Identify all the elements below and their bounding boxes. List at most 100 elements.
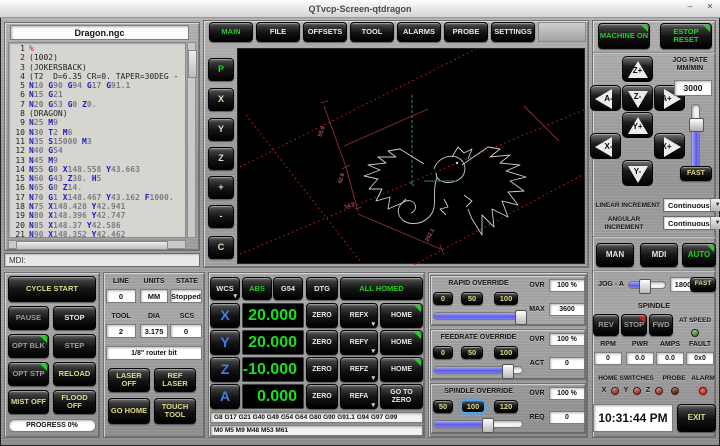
jog-fast-button[interactable]: FAST <box>680 166 712 181</box>
view-y-button[interactable]: Y <box>208 118 234 141</box>
view-perspective-button[interactable]: P <box>208 58 234 81</box>
opt-stp-button[interactable]: OPT STP <box>8 362 49 386</box>
spindle-stop-button[interactable]: STOP <box>621 314 647 336</box>
feed-0-button[interactable]: 0 <box>433 346 453 359</box>
close-icon[interactable]: ✕ <box>704 2 716 18</box>
spindle-100-button[interactable]: 100 <box>461 400 485 413</box>
gcode-line[interactable]: 15N60 G43 Z38. H5 <box>10 174 185 183</box>
jog-z-plus-button[interactable]: Z+ <box>622 56 653 82</box>
jog-a-minus-button[interactable]: A- <box>590 85 621 111</box>
axis-x-button[interactable]: X <box>210 303 240 328</box>
tab-offsets[interactable]: OFFSETS <box>303 22 347 42</box>
spindle-fwd-button[interactable]: FWD <box>649 314 673 336</box>
machine-on-button[interactable]: MACHINE ON <box>598 23 650 49</box>
feed-50-button[interactable]: 50 <box>461 346 483 359</box>
gcode-line[interactable]: 3(JOKERSBACK) <box>10 63 185 72</box>
tab-file[interactable]: FILE <box>256 22 300 42</box>
gcode-line[interactable]: 5N10 G90 G94 G17 G91.1 <box>10 81 185 90</box>
tab-settings[interactable]: SETTINGS <box>491 22 535 42</box>
estop-reset-button[interactable]: ESTOP RESET <box>660 23 712 49</box>
g54-button[interactable]: G54 <box>273 277 303 300</box>
mode-man-button[interactable]: MAN <box>596 243 634 267</box>
gcode-line[interactable]: 19N80 X148.396 Y42.747 <box>10 211 185 220</box>
mdi-input[interactable]: MDI: <box>4 253 200 267</box>
slider-handle[interactable] <box>689 118 704 132</box>
gcode-line[interactable]: 16N65 G0 Z14. <box>10 183 185 192</box>
gcode-line[interactable]: 17N70 G1 X148.467 Y43.162 F1000. <box>10 193 185 202</box>
rapid-0-button[interactable]: 0 <box>433 292 453 305</box>
slider-handle[interactable] <box>502 364 514 379</box>
gcode-line[interactable]: 12N40 G54 <box>10 146 185 155</box>
view-z-button[interactable]: Z <box>208 147 234 170</box>
gcode-line[interactable]: 13N45 M9 <box>10 156 185 165</box>
zero-y-button[interactable]: ZERO <box>306 330 338 355</box>
reload-button[interactable]: RELOAD <box>53 362 96 386</box>
abs-button[interactable]: ABS <box>242 277 272 300</box>
gcode-line[interactable]: 8(DRAGON) <box>10 109 185 118</box>
gremlin-preview[interactable]: 55.9 42.8 14.0 202.1 <box>237 48 585 264</box>
feed-100-button[interactable]: 100 <box>494 346 518 359</box>
all-homed-button[interactable]: ALL HOMED <box>340 277 423 300</box>
gcode-hscrollbar[interactable] <box>8 240 186 249</box>
mode-mdi-button[interactable]: MDI <box>640 243 678 267</box>
spindle-override-slider[interactable] <box>433 420 523 428</box>
stop-button[interactable]: STOP <box>53 306 96 330</box>
jog-x-plus-button[interactable]: X+ <box>654 133 685 159</box>
exit-button[interactable]: EXIT <box>677 404 716 432</box>
slider-handle[interactable] <box>515 310 527 325</box>
zero-x-button[interactable]: ZERO <box>306 303 338 328</box>
zoom-in-button[interactable]: + <box>208 176 234 199</box>
gcode-line[interactable]: 2(1002) <box>10 53 185 62</box>
axis-a-button[interactable]: A <box>210 384 240 409</box>
wcs-button[interactable]: WCS <box>210 277 240 300</box>
gcode-line[interactable]: 14N55 G0 X148.558 Y43.663 <box>10 165 185 174</box>
chevron-down-icon[interactable]: ▼ <box>710 199 720 211</box>
ref-x-button[interactable]: REFX <box>340 303 378 328</box>
zero-a-button[interactable]: ZERO <box>306 384 338 409</box>
gcode-line[interactable]: 18N75 X148.428 Y42.941 <box>10 202 185 211</box>
gcode-line[interactable]: 6N15 G21 <box>10 90 185 99</box>
gcode-line[interactable]: 1% <box>10 44 185 53</box>
linear-increment-select[interactable]: Continuous▼ <box>663 198 716 212</box>
rapid-50-button[interactable]: 50 <box>461 292 483 305</box>
gcode-line[interactable]: 20N85 X148.37 Y42.586 <box>10 221 185 230</box>
rapid-100-button[interactable]: 100 <box>494 292 518 305</box>
tab-main[interactable]: MAIN <box>209 22 253 42</box>
view-x-button[interactable]: X <box>208 88 234 111</box>
rapid-override-slider[interactable] <box>433 312 523 320</box>
gcode-line[interactable]: 4(T2 D=6.35 CR=0. TAPER=30DEG - <box>10 72 185 81</box>
clear-plot-button[interactable]: C <box>208 236 234 259</box>
angular-increment-select[interactable]: Continuous▼ <box>663 216 716 230</box>
dtg-button[interactable]: DTG <box>306 277 338 300</box>
jog-a-fast-button[interactable]: FAST <box>690 277 716 292</box>
touch-tool-button[interactable]: TOUCH TOOL <box>154 398 196 424</box>
gcode-line[interactable]: 11N35 S15000 M3 <box>10 137 185 146</box>
zero-z-button[interactable]: ZERO <box>306 357 338 382</box>
ref-a-button[interactable]: REFA <box>340 384 378 409</box>
tab-probe[interactable]: PROBE <box>444 22 488 42</box>
gcode-vscrollbar[interactable] <box>187 42 196 238</box>
slider-handle[interactable] <box>482 418 494 433</box>
home-y-button[interactable]: HOME <box>380 330 423 355</box>
go-to-zero-button[interactable]: GO TO ZERO <box>380 384 423 409</box>
home-x-button[interactable]: HOME <box>380 303 423 328</box>
ref-z-button[interactable]: REFZ <box>340 357 378 382</box>
cycle-start-button[interactable]: CYCLE START <box>8 276 96 302</box>
axis-z-button[interactable]: Z <box>210 357 240 382</box>
jog-y-minus-button[interactable]: Y- <box>622 160 653 186</box>
tab-alarms[interactable]: ALARMS <box>397 22 441 42</box>
ref-y-button[interactable]: REFY <box>340 330 378 355</box>
ref-laser-button[interactable]: REF LASER <box>154 368 196 392</box>
gcode-view[interactable]: 1%2(1002)3(JOKERSBACK)4(T2 D=6.35 CR=0. … <box>8 42 186 238</box>
axis-y-button[interactable]: Y <box>210 330 240 355</box>
jog-y-plus-button[interactable]: Y+ <box>622 112 653 138</box>
jog-z-minus-button[interactable]: Z- <box>622 85 653 111</box>
slider-handle[interactable] <box>639 279 651 294</box>
flood-button[interactable]: FLOOD OFF <box>53 390 96 414</box>
jog-a-slider[interactable] <box>628 281 666 289</box>
gcode-line[interactable]: 21N90 X148.352 Y42.462 <box>10 230 185 238</box>
title-bar[interactable]: QTvcp-Screen-qtdragon – ✕ <box>0 0 720 18</box>
mist-button[interactable]: MIST OFF <box>8 390 49 414</box>
laser-button[interactable]: LASER OFF <box>108 368 150 392</box>
spindle-rev-button[interactable]: REV <box>593 314 619 336</box>
